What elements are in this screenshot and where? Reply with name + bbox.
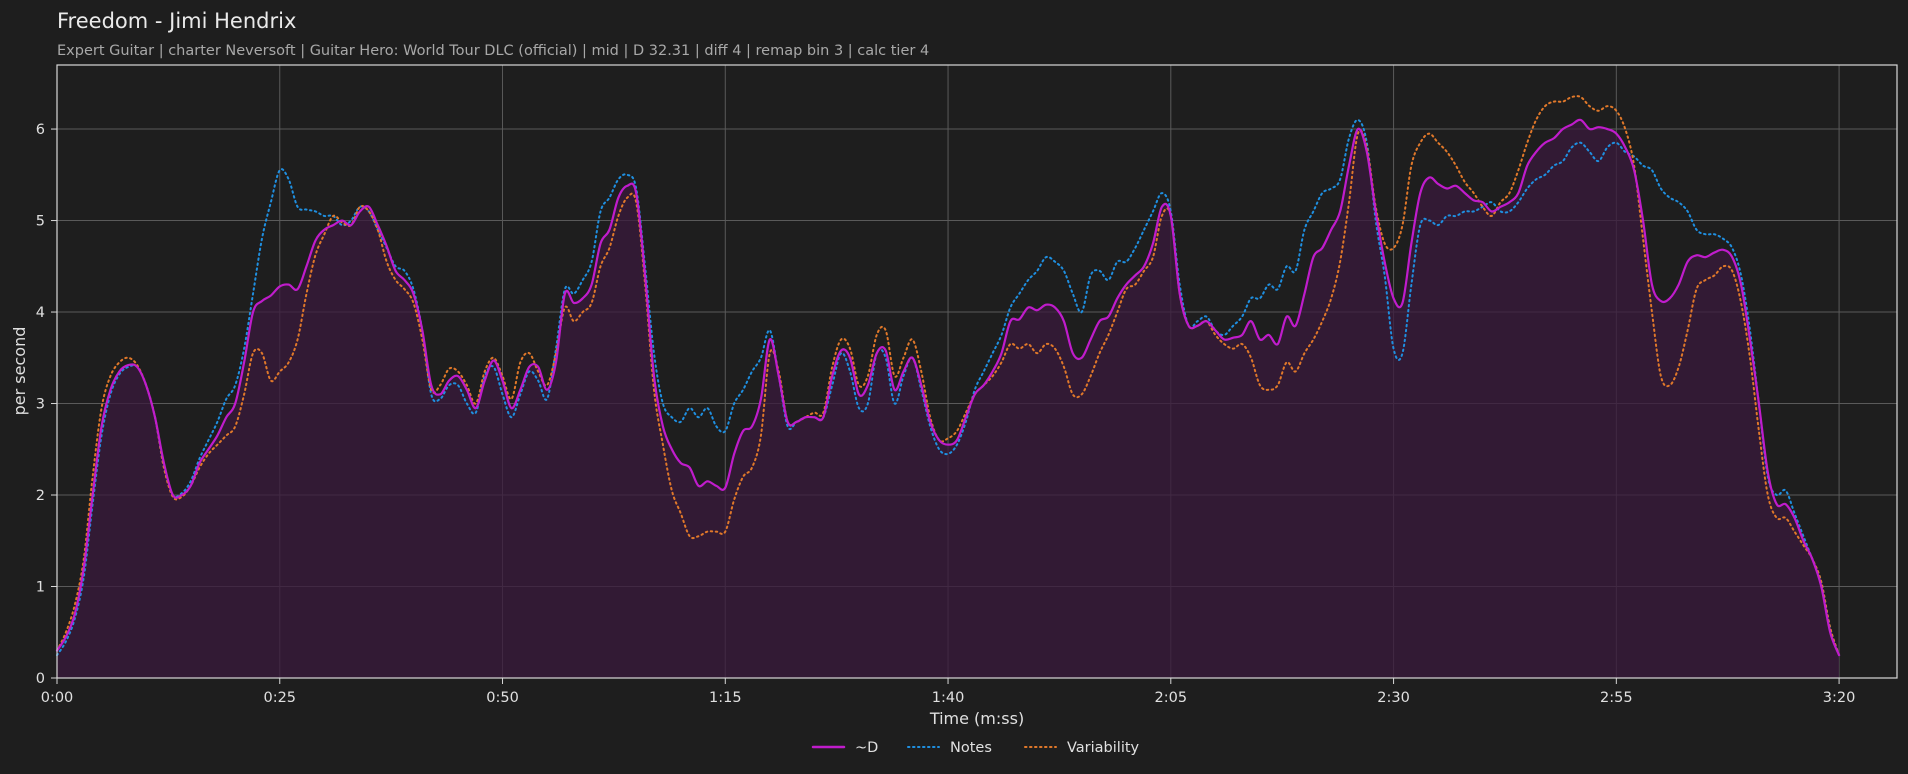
- legend-label: ~D: [855, 740, 878, 756]
- legend: ~D Notes Variability: [811, 740, 1140, 756]
- x-tick-label: 2:05: [1155, 690, 1188, 706]
- x-tick-label: 0:25: [263, 690, 296, 706]
- y-tick-label: 0: [36, 671, 45, 687]
- legend-label: Notes: [950, 740, 992, 756]
- y-tick-label: 5: [36, 214, 45, 230]
- x-tick-label: 2:30: [1377, 690, 1410, 706]
- y-tick-label: 6: [36, 122, 45, 138]
- y-tick-label: 4: [36, 305, 45, 321]
- x-tick-label: 0:50: [486, 690, 519, 706]
- legend-label: Variability: [1067, 740, 1140, 756]
- x-tick-label: 1:15: [709, 690, 742, 706]
- chart-container: Freedom - Jimi Hendrix Expert Guitar | c…: [0, 0, 1908, 774]
- y-tick-label: 3: [36, 397, 45, 413]
- x-tick-label: 1:40: [932, 690, 965, 706]
- x-tick-label: 3:20: [1823, 690, 1856, 706]
- x-tick-label: 0:00: [41, 690, 74, 706]
- chart-subtitle: Expert Guitar | charter Neversoft | Guit…: [57, 43, 929, 59]
- y-axis-ticks: 0 1 2 3 4 5 6: [36, 122, 57, 687]
- x-axis-label: Time (m:ss): [929, 709, 1024, 728]
- line-chart: Freedom - Jimi Hendrix Expert Guitar | c…: [10, 9, 1898, 756]
- y-tick-label: 2: [36, 488, 45, 504]
- chart-title: Freedom - Jimi Hendrix: [57, 9, 296, 33]
- y-axis-label: per second: [10, 327, 29, 416]
- y-tick-label: 1: [36, 580, 45, 596]
- x-axis-ticks: 0:00 0:25 0:50 1:15 1:40 2:05 2:30 2:55 3:20: [41, 678, 1856, 706]
- x-tick-label: 2:55: [1600, 690, 1633, 706]
